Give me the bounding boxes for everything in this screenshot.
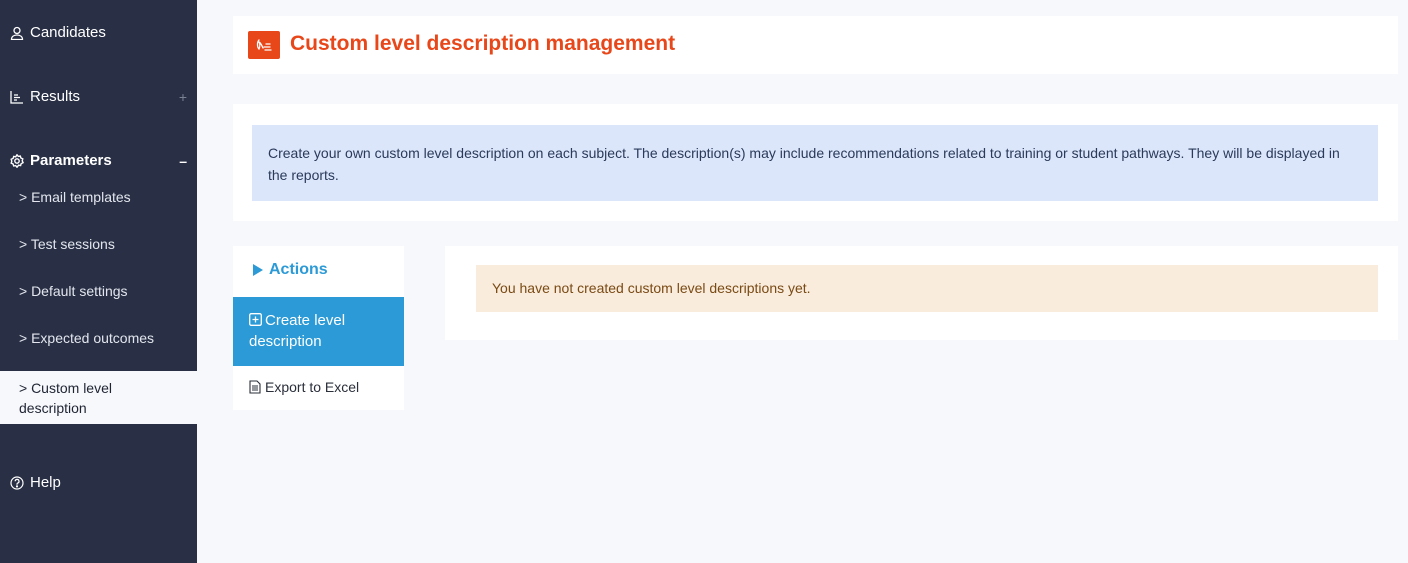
empty-state-alert: You have not created custom level descri… [476,265,1378,312]
user-icon [10,26,24,40]
gear-icon [10,153,24,168]
page-header: Custom level description management [233,16,1398,74]
triangle-right-icon [253,264,263,276]
create-level-description-button[interactable]: Create level description [233,297,404,366]
actions-panel: Actions Create level description Export … [233,246,404,410]
help-circle-icon [10,475,24,490]
create-level-description-label: Create level description [249,312,346,350]
actions-heading: Actions [252,261,328,279]
info-message: Create your own custom level description… [252,125,1378,201]
sidebar-item-test-sessions[interactable]: > Test sessions [19,236,115,252]
sidebar-item-default-settings[interactable]: > Default settings [19,283,128,299]
nav-candidates[interactable]: Candidates [10,24,187,41]
sidebar-item-custom-level-description[interactable]: > Custom level description [0,371,197,424]
info-panel: Create your own custom level description… [233,104,1398,221]
nav-help-label: Help [30,474,61,491]
parameters-collapse-icon[interactable]: – [179,153,187,169]
nav-results-label: Results [30,88,81,105]
nav-candidates-label: Candidates [30,24,106,41]
sidebar-item-email-templates[interactable]: > Email templates [19,189,131,205]
sidebar: Candidates Results + Parameters – > Emai… [0,0,197,563]
bar-chart-icon [10,90,24,104]
export-to-excel-label: Export to Excel [265,379,360,395]
actions-title: Actions [269,261,328,278]
plus-square-icon [249,313,262,326]
nav-help[interactable]: Help [10,474,187,491]
sidebar-item-custom-level-description-label: > Custom level description [19,380,112,416]
export-to-excel-button[interactable]: Export to Excel [249,379,359,395]
signature-icon [248,31,280,59]
page-title: Custom level description management [290,32,676,55]
document-icon [249,380,261,394]
nav-parameters[interactable]: Parameters – [10,152,187,169]
nav-results[interactable]: Results + [10,88,187,105]
results-expand-icon[interactable]: + [179,89,187,105]
sidebar-item-expected-outcomes[interactable]: > Expected outcomes [19,330,154,346]
level-descriptions-panel: You have not created custom level descri… [445,246,1398,340]
nav-parameters-label: Parameters [30,152,112,169]
